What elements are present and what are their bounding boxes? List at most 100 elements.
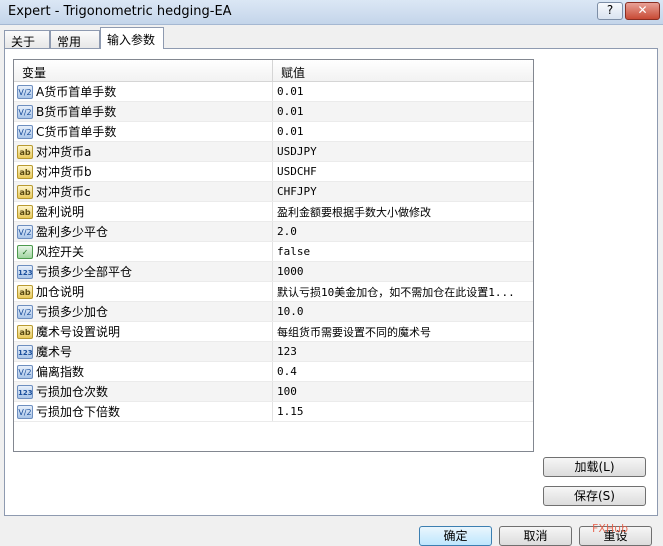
parameter-value[interactable]: 10.0: [273, 302, 533, 321]
parameter-row[interactable]: V/2 C货币首单手数 0.01: [14, 122, 533, 142]
grid-header: 变量 赋值: [14, 60, 533, 82]
parameter-row[interactable]: 123 魔术号 123: [14, 342, 533, 362]
string-type-icon: ab: [17, 324, 33, 339]
parameter-name-cell: V/2 C货币首单手数: [14, 122, 273, 141]
parameter-name: 对冲货币a: [36, 145, 92, 159]
parameter-name: 亏损加仓次数: [36, 385, 109, 399]
float-type-icon: V/2: [17, 124, 33, 139]
parameter-value[interactable]: 0.01: [273, 122, 533, 141]
boolean-type-icon: ✓: [17, 244, 33, 259]
parameter-name-cell: V/2 A货币首单手数: [14, 82, 273, 101]
window-title: Expert - Trigonometric hedging-EA: [8, 4, 232, 19]
parameter-row[interactable]: ab 魔术号设置说明 每组货币需要设置不同的魔术号: [14, 322, 533, 342]
parameter-row[interactable]: V/2 偏离指数 0.4: [14, 362, 533, 382]
parameter-name: B货币首单手数: [36, 105, 117, 119]
parameter-name: 亏损加仓下倍数: [36, 405, 121, 419]
string-type-icon: ab: [17, 204, 33, 219]
close-button[interactable]: ✕: [625, 2, 660, 20]
parameter-value[interactable]: 1000: [273, 262, 533, 281]
parameter-name-cell: V/2 偏离指数: [14, 362, 273, 381]
parameter-name: 盈利说明: [36, 205, 85, 219]
tab-inputs[interactable]: 输入参数: [100, 27, 164, 49]
float-type-icon: V/2: [17, 224, 33, 239]
parameter-name: 对冲货币c: [36, 185, 91, 199]
parameter-name: 魔术号: [36, 345, 73, 359]
parameter-row[interactable]: V/2 盈利多少平仓 2.0: [14, 222, 533, 242]
parameter-value[interactable]: 0.4: [273, 362, 533, 381]
parameter-name-cell: 123 亏损多少全部平仓: [14, 262, 273, 281]
parameter-name-cell: ab 加仓说明: [14, 282, 273, 301]
string-type-icon: ab: [17, 184, 33, 199]
parameter-value[interactable]: false: [273, 242, 533, 261]
column-header-variable[interactable]: 变量: [14, 60, 273, 81]
parameter-name-cell: V/2 B货币首单手数: [14, 102, 273, 121]
parameter-name: A货币首单手数: [36, 85, 117, 99]
parameter-name: 对冲货币b: [36, 165, 92, 179]
parameter-name-cell: ✓ 风控开关: [14, 242, 273, 261]
parameter-value[interactable]: 0.01: [273, 102, 533, 121]
parameter-name-cell: 123 魔术号: [14, 342, 273, 361]
string-type-icon: ab: [17, 144, 33, 159]
parameter-name-cell: ab 对冲货币c: [14, 182, 273, 201]
parameter-value[interactable]: 默认亏损10美金加仓，如不需加仓在此设置1...: [273, 282, 533, 301]
integer-type-icon: 123: [17, 344, 33, 359]
parameter-row[interactable]: ab 对冲货币b USDCHF: [14, 162, 533, 182]
parameter-value[interactable]: CHFJPY: [273, 182, 533, 201]
parameter-name-cell: ab 盈利说明: [14, 202, 273, 221]
integer-type-icon: 123: [17, 264, 33, 279]
ok-button[interactable]: 确定: [419, 526, 492, 546]
float-type-icon: V/2: [17, 84, 33, 99]
parameter-name-cell: ab 魔术号设置说明: [14, 322, 273, 341]
parameter-row[interactable]: 123 亏损多少全部平仓 1000: [14, 262, 533, 282]
parameter-row[interactable]: V/2 亏损多少加仓 10.0: [14, 302, 533, 322]
parameter-row[interactable]: 123 亏损加仓次数 100: [14, 382, 533, 402]
watermark-logo: FXHub: [592, 522, 629, 535]
cancel-button[interactable]: 取消: [499, 526, 572, 546]
parameter-value[interactable]: 1.15: [273, 402, 533, 421]
parameter-value[interactable]: 每组货币需要设置不同的魔术号: [273, 322, 533, 341]
parameter-name-cell: 123 亏损加仓次数: [14, 382, 273, 401]
parameters-grid: 变量 赋值 V/2 A货币首单手数 0.01 V/2 B货币首单手数 0.01 V/2 C货币…: [13, 59, 534, 452]
parameter-name: C货币首单手数: [36, 125, 117, 139]
string-type-icon: ab: [17, 164, 33, 179]
grid-rows: V/2 A货币首单手数 0.01 V/2 B货币首单手数 0.01 V/2 C货币首单手数 0.…: [14, 82, 533, 422]
parameter-value[interactable]: 0.01: [273, 82, 533, 101]
parameter-name-cell: V/2 盈利多少平仓: [14, 222, 273, 241]
tab-about[interactable]: 关于: [4, 30, 50, 49]
title-bar: Expert - Trigonometric hedging-EA ? ✕: [0, 0, 663, 25]
parameter-value[interactable]: 盈利金额要根据手数大小做修改: [273, 202, 533, 221]
parameter-name: 亏损多少全部平仓: [36, 265, 133, 279]
parameter-row[interactable]: V/2 亏损加仓下倍数 1.15: [14, 402, 533, 422]
parameter-row[interactable]: ab 对冲货币a USDJPY: [14, 142, 533, 162]
float-type-icon: V/2: [17, 364, 33, 379]
parameter-value[interactable]: 2.0: [273, 222, 533, 241]
parameter-row[interactable]: ✓ 风控开关 false: [14, 242, 533, 262]
save-button[interactable]: 保存(S): [543, 486, 646, 506]
parameter-name-cell: V/2 亏损多少加仓: [14, 302, 273, 321]
parameter-row[interactable]: ab 对冲货币c CHFJPY: [14, 182, 533, 202]
tab-common[interactable]: 常用: [50, 30, 100, 49]
float-type-icon: V/2: [17, 104, 33, 119]
column-header-value[interactable]: 赋值: [273, 60, 533, 81]
parameter-name: 加仓说明: [36, 285, 85, 299]
parameter-name: 盈利多少平仓: [36, 225, 109, 239]
load-button[interactable]: 加载(L): [543, 457, 646, 477]
parameter-row[interactable]: ab 盈利说明 盈利金额要根据手数大小做修改: [14, 202, 533, 222]
float-type-icon: V/2: [17, 304, 33, 319]
parameter-value[interactable]: USDCHF: [273, 162, 533, 181]
parameter-value[interactable]: 123: [273, 342, 533, 361]
parameter-name: 风控开关: [36, 245, 85, 259]
parameter-name: 亏损多少加仓: [36, 305, 109, 319]
parameter-row[interactable]: V/2 B货币首单手数 0.01: [14, 102, 533, 122]
string-type-icon: ab: [17, 284, 33, 299]
parameter-name-cell: ab 对冲货币b: [14, 162, 273, 181]
integer-type-icon: 123: [17, 384, 33, 399]
parameter-name: 魔术号设置说明: [36, 325, 121, 339]
float-type-icon: V/2: [17, 404, 33, 419]
help-button[interactable]: ?: [597, 2, 623, 20]
parameter-row[interactable]: V/2 A货币首单手数 0.01: [14, 82, 533, 102]
parameter-row[interactable]: ab 加仓说明 默认亏损10美金加仓，如不需加仓在此设置1...: [14, 282, 533, 302]
parameter-value[interactable]: 100: [273, 382, 533, 401]
parameter-value[interactable]: USDJPY: [273, 142, 533, 161]
parameter-name-cell: V/2 亏损加仓下倍数: [14, 402, 273, 421]
